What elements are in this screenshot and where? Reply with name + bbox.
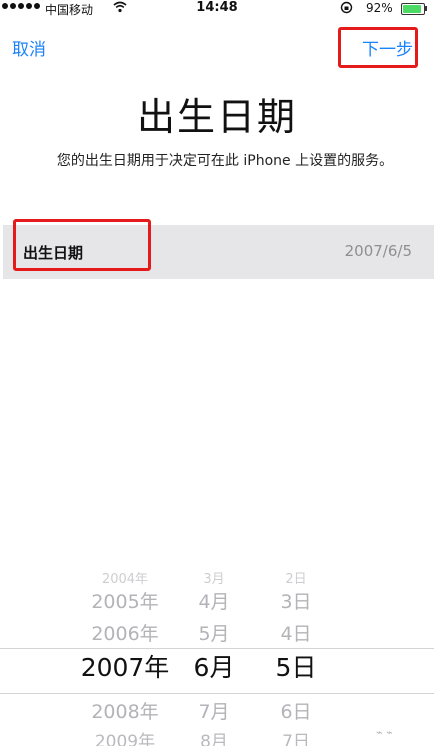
year-option[interactable]: 2005年: [60, 587, 190, 614]
year-option[interactable]: 2009年: [60, 727, 190, 746]
birthday-row-value: 2007/6/5: [344, 242, 412, 260]
battery-fill: [403, 5, 422, 13]
cancel-button[interactable]: 取消: [12, 35, 46, 60]
day-option[interactable]: 2日: [256, 568, 336, 587]
status-bar: 中国移动 14:48 92%: [0, 0, 434, 18]
day-option[interactable]: 6日: [256, 697, 336, 724]
year-option[interactable]: 2004年: [60, 568, 190, 587]
battery-icon: [401, 3, 425, 15]
day-option[interactable]: 5日: [256, 648, 336, 684]
day-option[interactable]: 7日: [256, 727, 336, 746]
month-option[interactable]: 4月: [174, 587, 254, 614]
rotation-lock-icon: [340, 1, 353, 17]
battery-percent: 92%: [366, 1, 393, 15]
year-option[interactable]: 2007年: [60, 648, 190, 684]
annotation-box-next: [338, 27, 418, 68]
battery-nub: [425, 6, 427, 11]
year-wheel[interactable]: 2004年 2005年 2006年 2007年 2008年 2009年: [60, 560, 190, 746]
month-option[interactable]: 5月: [174, 619, 254, 646]
date-picker[interactable]: 2004年 2005年 2006年 2007年 2008年 2009年 3月 4月 5月 6月 7…: [0, 560, 434, 746]
month-option[interactable]: 3月: [174, 568, 254, 587]
annotation-box-row: [13, 219, 151, 271]
month-option[interactable]: 7月: [174, 697, 254, 724]
screen: 中国移动 14:48 92% 取消 下一步 出生日期 您的出生日期用于决定可在此…: [0, 0, 434, 746]
month-wheel[interactable]: 3月 4月 5月 6月 7月 8月: [174, 560, 254, 746]
month-option[interactable]: 8月: [174, 727, 254, 746]
month-option[interactable]: 6月: [174, 648, 254, 684]
page-title: 出生日期: [136, 95, 297, 139]
page-subtitle: 您的出生日期用于决定可在此 iPhone 上设置的服务。: [56, 153, 394, 169]
day-option[interactable]: 3日: [256, 587, 336, 614]
day-option[interactable]: 4日: [256, 619, 336, 646]
year-option[interactable]: 2006年: [60, 619, 190, 646]
day-wheel[interactable]: 2日 3日 4日 5日 6日 7日: [256, 560, 336, 746]
watermark: ⌁ ⌁: [376, 726, 393, 739]
year-option[interactable]: 2008年: [60, 697, 190, 724]
